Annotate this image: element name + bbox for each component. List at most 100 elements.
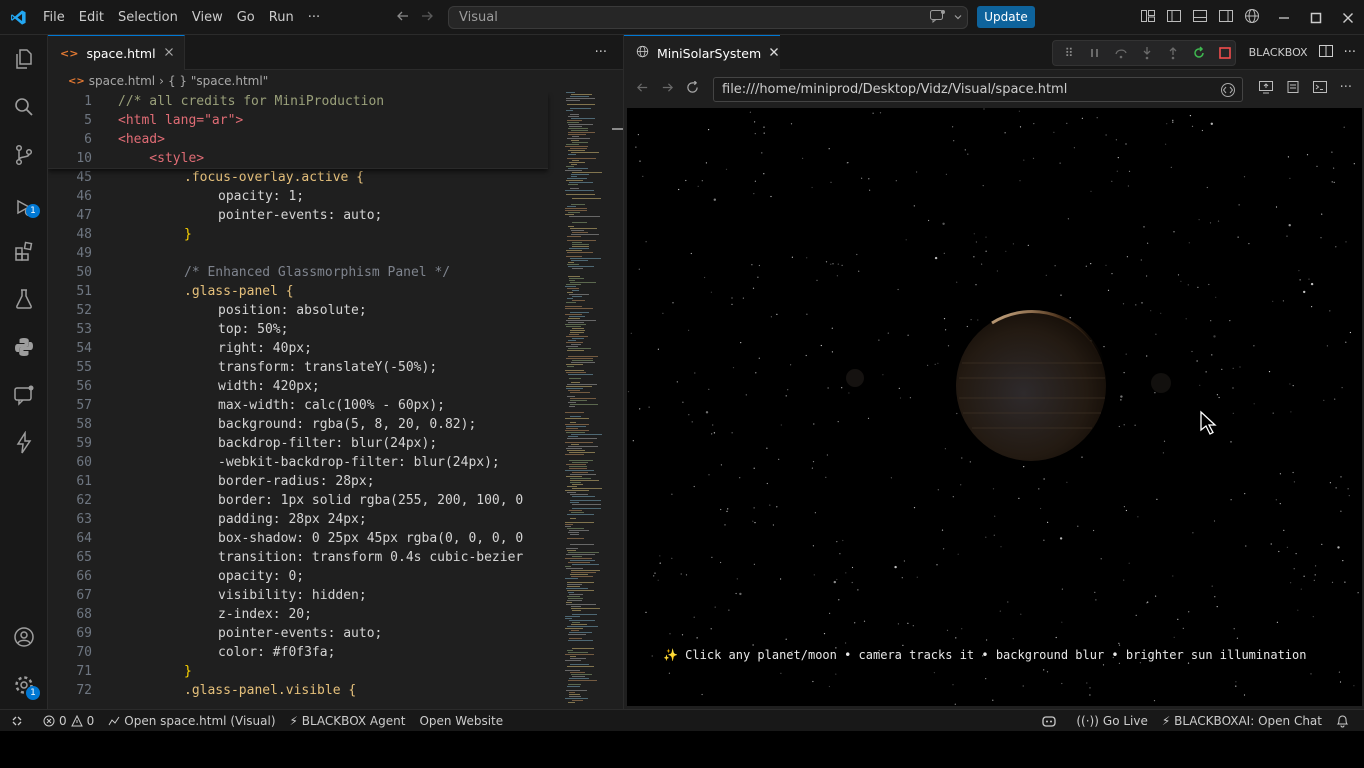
- go-live[interactable]: ((·)) Go Live: [1064, 710, 1155, 732]
- open-external-icon[interactable]: [1258, 80, 1274, 98]
- tab-minisolarsystem[interactable]: MiniSolarSystem: [624, 35, 780, 70]
- maximize-icon[interactable]: [1300, 0, 1332, 35]
- menu-more[interactable]: ···: [301, 0, 327, 35]
- forward-arrow-icon[interactable]: [420, 9, 434, 27]
- minimap-line: [570, 330, 585, 331]
- minimap-line: [565, 170, 582, 171]
- sticky-scroll: 1//* all credits for MiniProduction 5 <ht…: [48, 92, 548, 169]
- browser-forward-icon[interactable]: [661, 81, 674, 98]
- extensions-icon[interactable]: [0, 229, 48, 273]
- more-actions-icon[interactable]: ···: [1340, 80, 1352, 98]
- minimap-line: [566, 690, 587, 691]
- split-editor-icon[interactable]: [1318, 44, 1334, 61]
- close-tab-icon[interactable]: [164, 46, 174, 61]
- back-arrow-icon[interactable]: [396, 9, 410, 27]
- minimap-line: [566, 432, 585, 433]
- minimap[interactable]: [565, 92, 610, 709]
- webpage-viewport[interactable]: ✨ Click any planet/moon • camera tracks …: [627, 108, 1362, 706]
- run-debug-icon[interactable]: [0, 185, 48, 229]
- step-over-icon[interactable]: [1111, 43, 1131, 63]
- drag-handle-icon[interactable]: ⠿: [1059, 43, 1079, 63]
- minimap-line: [569, 696, 581, 697]
- toggle-primary-sidebar-icon[interactable]: [1166, 9, 1182, 27]
- minimap-line: [565, 522, 594, 523]
- terminal-icon[interactable]: [1312, 80, 1328, 98]
- chevron-down-icon[interactable]: [953, 11, 963, 26]
- url-input[interactable]: file:///home/miniprod/Desktop/Vidz/Visua…: [713, 77, 1243, 102]
- blackbox-label[interactable]: BLACKBOX: [1249, 46, 1308, 59]
- minimap-line: [567, 438, 597, 439]
- step-into-icon[interactable]: [1137, 43, 1157, 63]
- minimap-line: [566, 144, 579, 145]
- menu-view[interactable]: View: [185, 0, 230, 35]
- minimap-line: [571, 606, 581, 607]
- python-icon[interactable]: [0, 325, 48, 369]
- menu-edit[interactable]: Edit: [72, 0, 111, 35]
- page-view-icon[interactable]: [1286, 80, 1300, 98]
- moon-left[interactable]: [846, 369, 864, 387]
- blackbox-chat[interactable]: ⚡ BLACKBOXAI: Open Chat: [1155, 710, 1329, 732]
- minimap-line: [566, 302, 576, 303]
- code-editor[interactable]: 1//* all credits for MiniProduction 5 <ht…: [48, 92, 563, 709]
- open-in-browser[interactable]: Open space.html (Visual): [101, 710, 282, 732]
- menu-selection[interactable]: Selection: [111, 0, 185, 35]
- code-line-text: -webkit-backdrop-filter: blur(24px);: [218, 455, 500, 470]
- copilot-status[interactable]: [1034, 710, 1064, 732]
- problems-indicator[interactable]: 0 0: [36, 710, 101, 732]
- lightning-icon[interactable]: [0, 421, 48, 465]
- remote-indicator[interactable]: [0, 710, 36, 732]
- menu-run[interactable]: Run: [262, 0, 301, 35]
- code-line-text: .focus-overlay.active {: [184, 170, 365, 185]
- update-button[interactable]: Update: [977, 6, 1035, 28]
- restart-icon[interactable]: [1189, 43, 1209, 63]
- globe-icon[interactable]: [1244, 8, 1260, 28]
- moon-right[interactable]: [1151, 373, 1171, 393]
- minimap-line: [570, 416, 581, 417]
- pause-icon[interactable]: [1085, 43, 1105, 63]
- open-website[interactable]: Open Website: [412, 710, 510, 732]
- minimap-line: [566, 372, 586, 373]
- toggle-panel-icon[interactable]: [1192, 9, 1208, 27]
- blackbox-agent[interactable]: ⚡ BLACKBOX Agent: [283, 710, 413, 732]
- minimap-line: [572, 488, 602, 489]
- command-center[interactable]: Visual: [448, 6, 968, 29]
- minimap-line: [571, 674, 592, 675]
- testing-flask-icon[interactable]: [0, 277, 48, 321]
- close-icon[interactable]: [1332, 0, 1364, 35]
- more-actions-icon[interactable]: ···: [1344, 45, 1356, 60]
- step-out-icon[interactable]: [1163, 43, 1183, 63]
- minimap-line: [565, 306, 582, 307]
- account-icon[interactable]: [0, 615, 48, 659]
- tab-space-html[interactable]: <> space.html: [48, 35, 185, 70]
- mouse-cursor-icon: [1200, 410, 1217, 435]
- minimap-line: [570, 480, 599, 481]
- minimap-line: [566, 464, 586, 465]
- menu-file[interactable]: File: [36, 0, 72, 35]
- devtools-icon[interactable]: [1220, 82, 1236, 102]
- remote-chat-icon[interactable]: [0, 373, 48, 417]
- explorer-icon[interactable]: [0, 37, 48, 81]
- minimap-line: [565, 470, 594, 471]
- manage-gear-icon[interactable]: [0, 663, 48, 707]
- reload-icon[interactable]: [686, 80, 699, 98]
- planet[interactable]: [956, 310, 1107, 461]
- minimap-line: [572, 700, 583, 701]
- source-control-icon[interactable]: [0, 133, 48, 177]
- stop-icon[interactable]: [1215, 43, 1235, 63]
- breadcrumb-symbol[interactable]: { } "space.html": [168, 74, 268, 88]
- menu-go[interactable]: Go: [230, 0, 262, 35]
- notifications[interactable]: [1329, 710, 1356, 732]
- more-actions-icon[interactable]: ···: [595, 45, 607, 60]
- breadcrumb-file[interactable]: space.html: [89, 74, 155, 88]
- vertical-scrollbar[interactable]: [610, 92, 624, 709]
- search-icon[interactable]: [0, 85, 48, 129]
- customize-layout-icon[interactable]: [1140, 9, 1156, 27]
- blackbox-chat-label: ⚡ BLACKBOXAI: Open Chat: [1161, 714, 1322, 728]
- close-tab-icon[interactable]: [769, 46, 779, 61]
- minimap-line: [572, 328, 584, 329]
- minimize-icon[interactable]: [1268, 0, 1300, 35]
- browser-back-icon[interactable]: [636, 81, 649, 98]
- code-line-text: <style>: [118, 151, 205, 166]
- copilot-chat-icon[interactable]: [929, 9, 947, 27]
- toggle-secondary-sidebar-icon[interactable]: [1218, 9, 1234, 27]
